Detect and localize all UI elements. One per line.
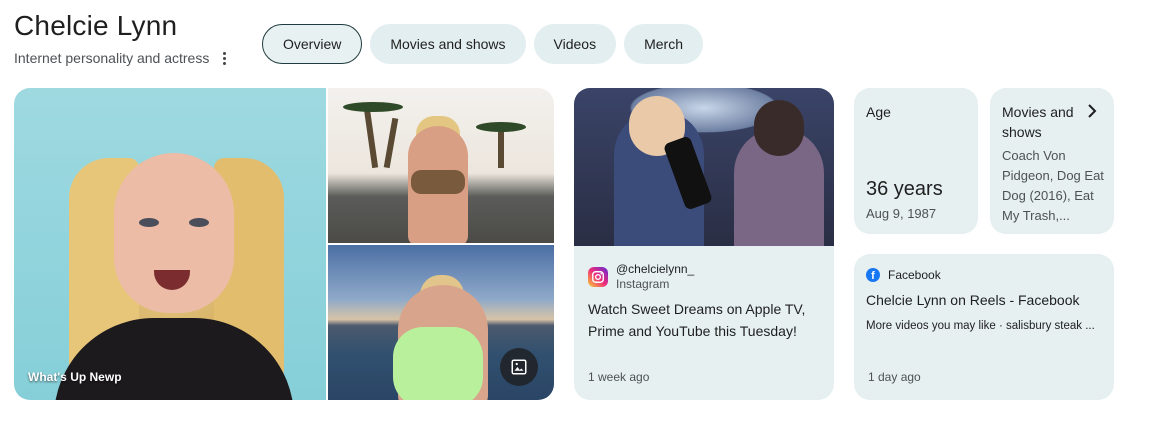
movies-list: Coach Von Pidgeon, Dog Eat Dog (2016), E… (1002, 148, 1104, 223)
facebook-result-card[interactable]: f Facebook Chelcie Lynn on Reels - Faceb… (854, 254, 1114, 400)
tab-bar: Overview Movies and shows Videos Merch (262, 24, 703, 64)
facebook-title: Chelcie Lynn on Reels - Facebook (866, 292, 1080, 308)
photo-caption: What's Up Newp (28, 370, 122, 384)
post-text: Watch Sweet Dreams on Apple TV, Prime an… (588, 301, 806, 339)
movies-label: Movies and shows (1002, 104, 1074, 140)
tab-merch[interactable]: Merch (624, 24, 703, 64)
age-value: 36 years (866, 178, 943, 200)
birth-date: Aug 9, 1987 (866, 206, 937, 221)
beach-photo[interactable] (328, 88, 554, 243)
entity-subtitle: Internet personality and actress (14, 50, 229, 66)
lake-photo[interactable] (328, 245, 554, 400)
more-options-icon[interactable] (219, 51, 229, 65)
instagram-icon (588, 267, 608, 287)
entity-description: Internet personality and actress (14, 50, 210, 66)
tab-overview[interactable]: Overview (262, 24, 363, 64)
image-icon[interactable] (500, 348, 538, 386)
facebook-description: More videos you may like · salisbury ste… (866, 320, 1095, 332)
facebook-source: f Facebook (866, 268, 941, 282)
instagram-post-card[interactable]: @chelcielynn_ Instagram Watch Sweet Drea… (574, 88, 834, 400)
chevron-right-icon (1088, 104, 1097, 118)
photo-grid: What's Up Newp (14, 88, 554, 400)
post-thumbnail (574, 88, 834, 246)
post-handle: @chelcielynn_ (616, 262, 695, 276)
post-time: 1 week ago (588, 370, 650, 384)
facebook-time: 1 day ago (868, 370, 921, 384)
entity-title: Chelcie Lynn (14, 10, 178, 41)
movies-and-shows-card[interactable]: Movies and shows Coach Von Pidgeon, Dog … (990, 88, 1114, 234)
tab-videos[interactable]: Videos (533, 24, 617, 64)
age-label: Age (866, 104, 891, 120)
tab-movies-and-shows[interactable]: Movies and shows (370, 24, 526, 64)
facebook-source-label: Facebook (888, 268, 941, 282)
age-card: Age 36 years Aug 9, 1987 (854, 88, 978, 234)
post-platform: Instagram (616, 277, 670, 291)
post-source: @chelcielynn_ Instagram (588, 262, 694, 292)
main-photo[interactable]: What's Up Newp (14, 88, 326, 400)
facebook-icon: f (866, 268, 880, 282)
